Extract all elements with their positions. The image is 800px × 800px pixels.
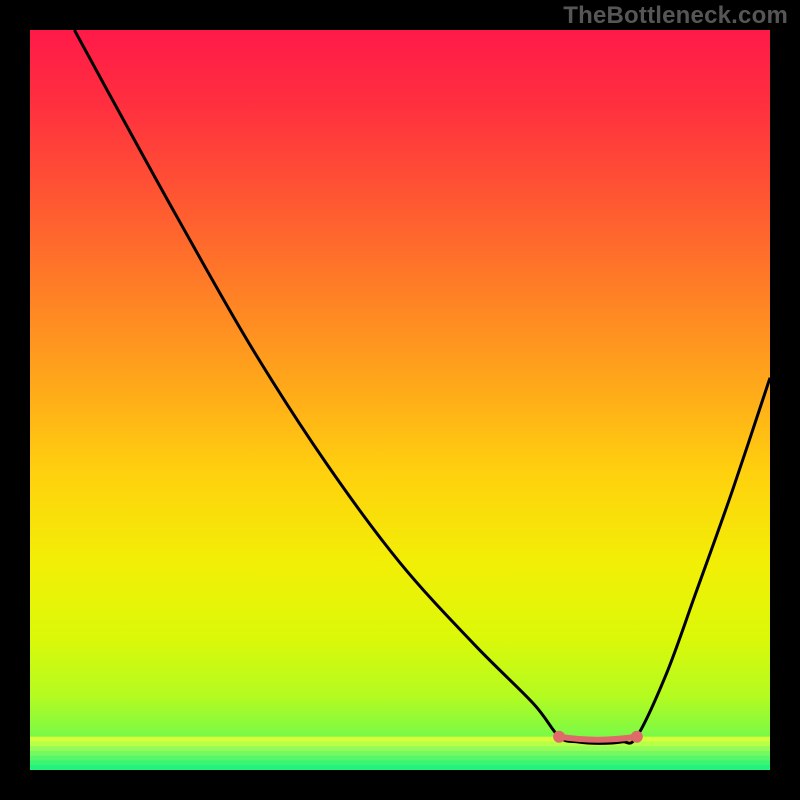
plateau-highlight: [559, 737, 637, 740]
watermark-label: TheBottleneck.com: [563, 2, 788, 30]
chart-frame: { "watermark": "TheBottleneck.com", "plo…: [0, 0, 800, 800]
plot-area: [30, 30, 770, 771]
bottleneck-chart: [0, 0, 800, 800]
heatmap-gradient: [30, 30, 770, 770]
marker-right: [631, 731, 643, 743]
marker-left: [553, 731, 565, 743]
green-band: [30, 737, 770, 771]
